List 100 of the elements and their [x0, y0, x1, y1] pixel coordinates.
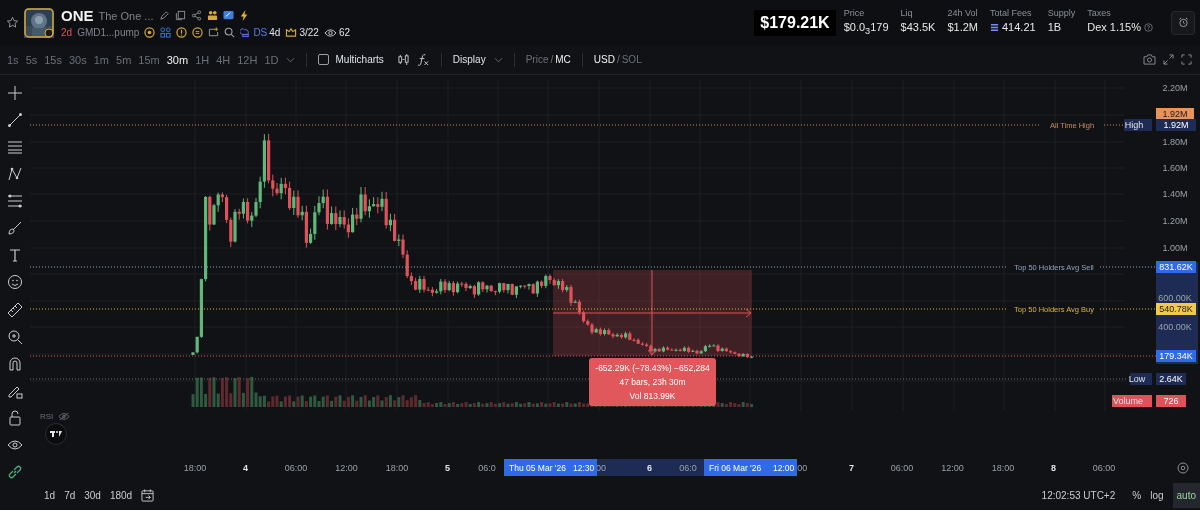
time-axis-label: 8	[1051, 463, 1056, 473]
price-tag: 726	[1156, 395, 1186, 407]
stat-value: 1B	[1047, 21, 1062, 34]
interval-tab[interactable]: 30m	[166, 53, 189, 66]
help-icon[interactable]	[1144, 22, 1153, 32]
interval-tab[interactable]: 30s	[69, 53, 87, 66]
time-axis-label: 06:00	[284, 463, 308, 473]
crown-icon[interactable]	[285, 27, 298, 38]
unit-toggle[interactable]: SOL	[621, 54, 642, 65]
price-axis-label: 2.20M	[1162, 83, 1188, 93]
measure-text: -652.29K (−78.43%) −652,284	[595, 363, 710, 373]
camera-icon[interactable]	[1143, 54, 1156, 65]
pattern-icon[interactable]	[7, 166, 23, 183]
list-circle-icon[interactable]	[192, 27, 204, 38]
price-tag: 2.64K	[1156, 373, 1186, 385]
brush-icon[interactable]	[7, 220, 23, 237]
alarm-button[interactable]	[1171, 10, 1195, 35]
link-icon[interactable]	[7, 463, 23, 480]
smiley-icon[interactable]	[7, 274, 23, 291]
holders-ratio: 3/22	[299, 27, 319, 38]
interval-tab[interactable]: 15m	[138, 53, 160, 66]
range-button[interactable]: 7d	[64, 489, 76, 501]
chevron-down-icon	[493, 56, 503, 63]
crosshair-icon[interactable]	[7, 85, 23, 101]
share-icon[interactable]	[190, 10, 202, 21]
zoom-in-icon[interactable]	[7, 328, 23, 345]
price-tag: 831.62K	[1156, 261, 1196, 273]
coin-icon[interactable]	[144, 27, 156, 38]
people-icon[interactable]	[206, 10, 218, 21]
warning-icon[interactable]	[176, 27, 188, 38]
trend-line-icon[interactable]	[7, 112, 23, 129]
stat-label: Supply	[1047, 8, 1076, 19]
stat-value: $0.0$_{3}$179	[843, 21, 889, 37]
interval-tab[interactable]: 1D	[264, 53, 279, 66]
grid-icon[interactable]	[160, 27, 172, 38]
magnet-icon[interactable]	[7, 355, 23, 372]
side-tag: Volume	[1112, 395, 1152, 407]
scale-toggle[interactable]: log	[1150, 489, 1164, 501]
interval-tab[interactable]: 1m	[93, 53, 110, 66]
monitor-icon[interactable]	[222, 10, 234, 21]
time-axis-label: 18:00	[385, 463, 409, 473]
lock-icon[interactable]	[7, 409, 23, 426]
price-axis-label: 400.00K	[1158, 322, 1192, 332]
fullscreen-icon[interactable]	[1181, 54, 1192, 65]
horizontal-lines-icon[interactable]	[7, 139, 23, 156]
interval-tab[interactable]: 5m	[116, 53, 132, 66]
stack-icon	[990, 22, 999, 32]
unit-toggle[interactable]: USD	[593, 54, 615, 65]
token-age: 2d	[61, 27, 73, 38]
chart-logo-icon[interactable]	[45, 423, 67, 445]
price-axis-label: 1.80M	[1162, 137, 1188, 147]
stat-label: 24h Vol	[947, 8, 978, 19]
function-icon[interactable]	[416, 53, 430, 66]
text-icon[interactable]	[7, 247, 23, 264]
range-button[interactable]: 30d	[84, 489, 101, 501]
interval-tab[interactable]: 1s	[7, 53, 19, 66]
bolt-icon[interactable]	[238, 10, 250, 21]
time-tag-time: 12:00	[773, 463, 795, 473]
interval-tab[interactable]: 1H	[195, 53, 210, 66]
star-icon[interactable]	[6, 16, 19, 29]
eye-off-icon[interactable]	[58, 412, 71, 421]
fib-icon[interactable]	[7, 193, 23, 210]
stat-label: Liq	[900, 8, 914, 19]
settings-icon[interactable]	[1177, 462, 1189, 474]
scale-toggle[interactable]: auto	[1172, 482, 1200, 508]
copy-icon[interactable]	[174, 10, 186, 21]
interval-tab[interactable]: 15s	[44, 53, 62, 66]
time-tag-date: Thu 05 Mar '26	[509, 463, 566, 473]
ruler-icon[interactable]	[7, 301, 23, 318]
range-button[interactable]: 1d	[44, 489, 56, 501]
search-icon[interactable]	[224, 27, 236, 38]
expand-icon[interactable]	[1163, 54, 1174, 65]
token-address[interactable]: GMD1...pump	[77, 27, 140, 38]
unit-toggle[interactable]: Price	[525, 54, 549, 65]
interval-tab[interactable]: 12H	[237, 53, 258, 66]
interval-tab[interactable]: 5s	[25, 53, 38, 66]
checkbox[interactable]	[317, 54, 329, 65]
price-tag: 1.92M	[1156, 119, 1196, 131]
price-tag: 179.34K	[1156, 350, 1196, 362]
price-axis-label: 1.60M	[1162, 163, 1188, 173]
chef-hat-icon[interactable]	[240, 27, 252, 38]
unit-toggle[interactable]: MC	[555, 54, 571, 65]
eye-icon	[323, 27, 337, 38]
stat-label: Taxes	[1087, 8, 1112, 19]
interval-tab[interactable]: 4H	[216, 53, 231, 66]
dex-label[interactable]: DS	[253, 27, 268, 38]
display-dropdown[interactable]: Display	[452, 54, 503, 65]
side-tag: High	[1124, 119, 1152, 131]
stat-value: Dex 1.15%	[1087, 21, 1141, 34]
scale-toggle[interactable]: %	[1132, 489, 1142, 501]
multicharts-checkbox[interactable]: Multicharts	[317, 54, 384, 65]
pencil-icon[interactable]	[158, 10, 170, 21]
candles-icon[interactable]	[396, 54, 410, 65]
range-button[interactable]: 180d	[109, 489, 133, 501]
chat-plus-icon[interactable]	[208, 27, 220, 38]
time-tag-date: Fri 06 Mar '26	[709, 463, 762, 473]
separator-slash: /	[616, 54, 620, 65]
calendar-icon[interactable]	[141, 488, 155, 502]
time-axis-label: 12:00	[941, 463, 964, 473]
time-axis-label: :00	[794, 463, 808, 473]
